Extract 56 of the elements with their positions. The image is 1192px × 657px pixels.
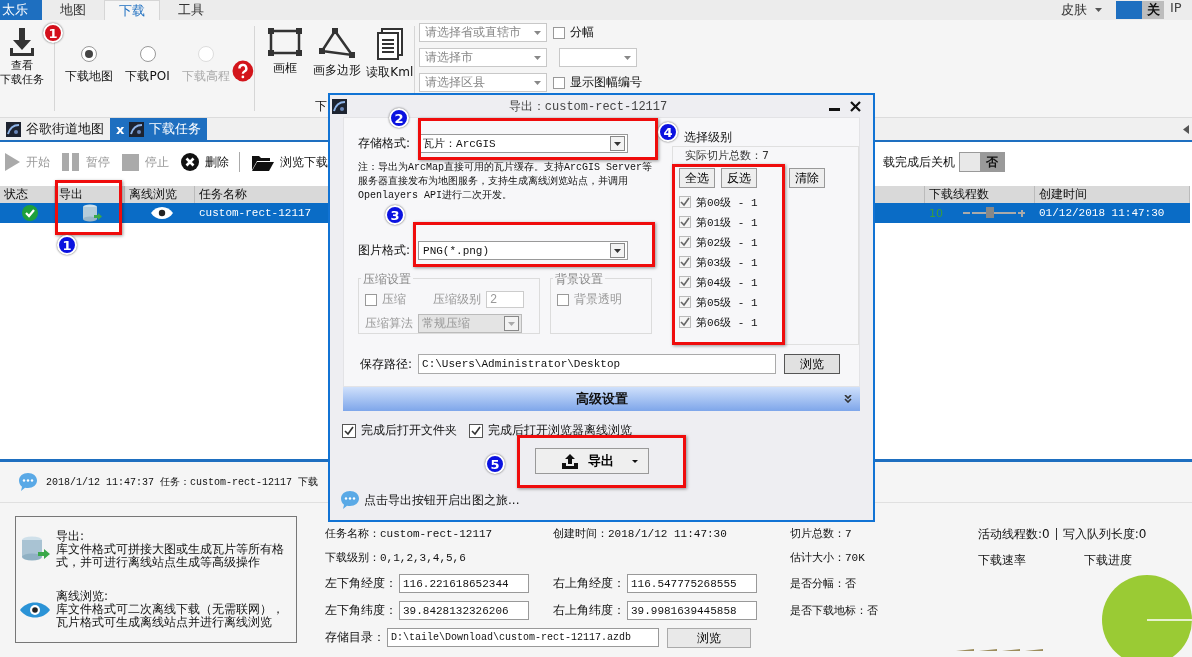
table-cell: 10: [929, 206, 943, 220]
field-label: 存储格式:: [358, 135, 411, 152]
legend-title: 离线浏览:: [56, 590, 109, 604]
checkbox-label: 完成后打开浏览器离线浏览: [488, 422, 632, 439]
checkbox-label: 分幅: [570, 24, 594, 41]
levels-text: 下载级别：0,1,2,3,4,5,6: [325, 550, 467, 566]
group-title: 压缩设置: [361, 271, 413, 288]
progress-label: 下载进度: [1084, 551, 1132, 569]
radio-label: 下载地图: [65, 68, 114, 85]
checkbox-label: 第05级 - 1: [696, 295, 758, 310]
checkbox-label: 第04级 - 1: [696, 275, 758, 290]
legend-title: 导出:: [56, 529, 86, 543]
checkbox-label: 显示图幅编号: [570, 74, 642, 91]
split-text: 是否分幅：否: [790, 576, 857, 592]
field-label: 左下角经度：: [325, 575, 397, 592]
format-note: 注：导出为ArcMap直接可用的瓦片缓存。支持ArcGIS Server等服务器直接发布为地图服务，支持生成离线浏览站点，并调用Openlayers API进行二次开发。: [358, 161, 654, 203]
shutdown-label: 载完成后关机: [883, 153, 955, 171]
size-text: 估计大小：70K: [790, 550, 866, 566]
legend-text: 库文件格式可二次离线下载（无需联网），瓦片格式可生成离线站点并进行离线浏览: [56, 603, 285, 630]
ribbon-group-label: 下: [315, 98, 327, 115]
radio-label: 下载POI: [125, 68, 170, 85]
field-label: 压缩级别: [433, 291, 481, 308]
checkbox-label: 背景透明: [574, 291, 622, 308]
checkbox-label: 压缩: [382, 291, 407, 308]
task-name-text: 任务名称：custom-rect-12117: [325, 526, 494, 542]
dialog-title: 导出：custom-rect-12117: [507, 98, 669, 115]
tile-count-text: 切片总数：7: [790, 526, 853, 542]
created-time-text: 创建时间：2018/1/12 11:47:30: [553, 526, 728, 542]
group-title: 背景设置: [553, 271, 605, 288]
legend-text: 库文件格式可拼接大图或生成瓦片等所有格式，并可进行离线站点生成等高级操作: [56, 542, 285, 569]
tile-total-text: 实际切片总数：7: [685, 149, 769, 162]
table-cell: custom-rect-12117: [199, 207, 312, 219]
checkbox-label: 第00级 - 1: [696, 195, 758, 210]
field-label: 右上角经度：: [553, 575, 625, 592]
thread-count-text: 活动线程数:0: [978, 525, 1050, 543]
field-label: 左下角纬度：: [325, 602, 397, 619]
ip-label: IP: [1169, 0, 1183, 17]
field-label: 右上角纬度：: [553, 602, 625, 619]
field-label: 保存路径:: [360, 355, 413, 373]
field-label: 存储目录：: [325, 629, 385, 646]
table-cell-text: 01/12/2018 11:47:30: [1038, 206, 1166, 221]
checkbox-label: 第02级 - 1: [696, 235, 758, 250]
speed-label: 下载速率: [978, 551, 1026, 569]
group-title: 选择级别: [684, 130, 732, 144]
field-label: 压缩算法: [365, 315, 413, 332]
step-number-marker: 1: [57, 235, 77, 255]
queue-length-text: 写入队列长度:0: [1062, 525, 1147, 543]
checkbox-label: 第03级 - 1: [696, 255, 758, 270]
checkbox-label: 完成后打开文件夹: [361, 422, 457, 439]
radio-label: 下载高程: [182, 68, 230, 85]
landmark-text: 是否下载地标：否: [790, 603, 879, 619]
checkbox-label: 第06级 - 1: [696, 315, 758, 330]
status-message: 2018/1/12 11:47:37 任务：custom-rect-12117 下载: [46, 476, 319, 489]
hint-text: 点击导出按钮开启出图之旅...: [364, 491, 520, 509]
checkbox-label: 第01级 - 1: [696, 215, 758, 230]
field-label: 图片格式:: [358, 242, 411, 259]
